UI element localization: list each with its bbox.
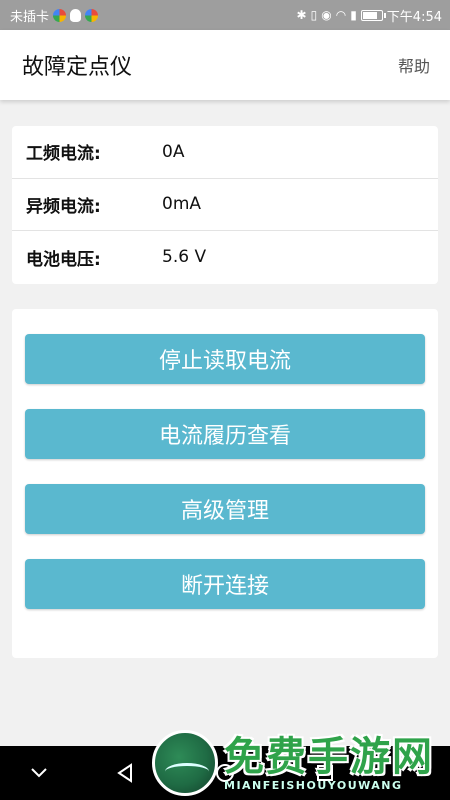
stop-reading-current-button[interactable]: 停止读取电流	[25, 334, 425, 384]
chevron-down-icon	[31, 768, 47, 778]
watermark: 免费手游网 MIANFEISHOUYOUWANG	[152, 726, 450, 800]
qq-icon	[70, 8, 82, 22]
battery-voltage-row: 电池电压: 5.6 V	[12, 231, 438, 284]
sim-icon: ▮	[350, 8, 357, 22]
variable-frequency-current-label: 异频电流:	[26, 196, 101, 217]
help-button[interactable]: 帮助	[398, 53, 430, 77]
vibrate-icon: ▯	[310, 8, 318, 22]
advanced-management-button[interactable]: 高级管理	[25, 484, 425, 534]
power-frequency-current-value: 0A	[162, 141, 185, 162]
power-frequency-current-row: 工频电流: 0A	[12, 126, 438, 179]
variable-frequency-current-row: 异频电流: 0mA	[12, 179, 438, 232]
disconnect-button[interactable]: 断开连接	[25, 559, 425, 609]
power-frequency-current-label: 工频电流:	[26, 144, 101, 165]
page-title: 故障定点仪	[22, 55, 133, 80]
watermark-title: 免费手游网	[224, 733, 434, 780]
clock-text: 下午4:54	[386, 9, 442, 25]
wifi-icon: ◠	[335, 8, 347, 22]
current-history-button[interactable]: 电流履历查看	[25, 409, 425, 459]
variable-frequency-current-value: 0mA	[162, 194, 202, 215]
back-triangle-icon	[117, 763, 132, 783]
app-bar: 故障定点仪 帮助	[0, 30, 450, 100]
battery-voltage-label: 电池电压:	[26, 249, 101, 270]
battery-voltage-value: 5.6 V	[162, 247, 207, 268]
back-button[interactable]	[110, 758, 140, 788]
readings-card: 工频电流: 0A 异频电流: 0mA 电池电压: 5.6 V	[12, 126, 438, 284]
status-bar: 未插卡 ✱ ▯ ◉ ◠ ▮ 下午4:54	[0, 0, 450, 30]
bluetooth-icon: ✱	[296, 8, 307, 22]
battery-icon	[360, 9, 386, 21]
eye-icon: ◉	[321, 8, 332, 22]
app-notification-icon	[53, 8, 67, 22]
carrier-text: 未插卡	[10, 9, 50, 25]
watermark-logo-icon	[152, 730, 218, 796]
watermark-text: 免费手游网 MIANFEISHOUYOUWANG	[224, 735, 434, 792]
status-right: ✱ ▯ ◉ ◠ ▮ 下午4:54	[297, 6, 442, 25]
app-notification-icon-2	[85, 8, 99, 22]
collapse-nav-button[interactable]	[24, 758, 54, 788]
watermark-subtitle: MIANFEISHOUYOUWANG	[224, 778, 403, 792]
status-left: 未插卡	[10, 6, 99, 25]
actions-card: 停止读取电流 电流履历查看 高级管理 断开连接	[12, 309, 438, 658]
